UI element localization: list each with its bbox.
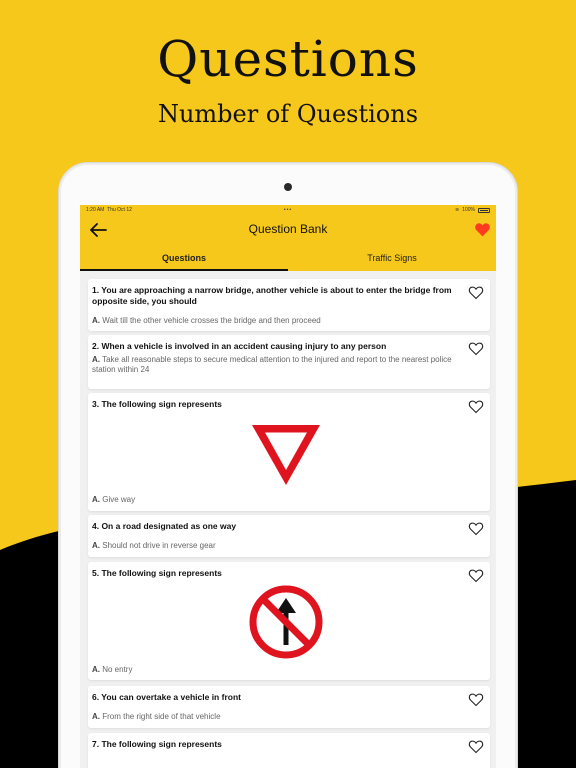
- answer-text: Take all reasonable steps to secure medi…: [92, 355, 452, 374]
- status-time: 1:20 AM: [86, 207, 105, 213]
- answer-text: Give way: [102, 495, 136, 504]
- no-entry-sign: [249, 585, 323, 659]
- question-text: 4. On a road designated as one way: [92, 521, 237, 531]
- answer-row: A. Should not drive in reverse gear: [92, 541, 462, 551]
- answer-text: Wait till the other vehicle crosses the …: [102, 316, 321, 325]
- tab-traffic-signs[interactable]: Traffic Signs: [288, 247, 496, 271]
- question-card[interactable]: 7. The following sign represents: [88, 733, 490, 768]
- tab-bar: Questions Traffic Signs: [80, 247, 496, 271]
- camera-dot: [284, 183, 292, 191]
- question-card[interactable]: 6. You can overtake a vehicle in front A…: [88, 686, 490, 728]
- favorite-outline-icon[interactable]: [468, 341, 484, 356]
- question-text: 3. The following sign represents: [92, 399, 222, 409]
- favorite-outline-icon[interactable]: [468, 692, 484, 707]
- answer-row: A. From the right side of that vehicle: [92, 712, 462, 722]
- hero-title: Questions: [157, 30, 419, 88]
- question-card[interactable]: 3. The following sign represents A. Give…: [88, 393, 490, 511]
- question-card[interactable]: 2. When a vehicle is involved in an acci…: [88, 335, 490, 389]
- answer-text: From the right side of that vehicle: [102, 712, 221, 721]
- question-card[interactable]: 1. You are approaching a narrow bridge, …: [88, 279, 490, 331]
- answer-letter: A.: [92, 495, 100, 504]
- answer-row: A. Wait till the other vehicle crosses t…: [92, 316, 462, 326]
- tab-questions[interactable]: Questions: [80, 247, 288, 271]
- favorite-outline-icon[interactable]: [468, 285, 484, 300]
- answer-letter: A.: [92, 316, 100, 325]
- favorite-outline-icon[interactable]: [468, 399, 484, 414]
- answer-row: A. Give way: [92, 495, 462, 505]
- question-text: 5. The following sign represents: [92, 568, 222, 578]
- status-date: Thu Oct 12: [107, 207, 132, 213]
- give-way-sign: [252, 425, 320, 485]
- app-screen: 1:20 AM Thu Oct 12 ••• ≋ 100% Question B…: [80, 205, 496, 768]
- app-header: 1:20 AM Thu Oct 12 ••• ≋ 100% Question B…: [80, 205, 496, 271]
- question-card[interactable]: 5. The following sign represents A. No e…: [88, 562, 490, 680]
- answer-letter: A.: [92, 665, 100, 674]
- favorite-outline-icon[interactable]: [468, 521, 484, 536]
- question-text: 2. When a vehicle is involved in an acci…: [92, 341, 387, 351]
- favorites-heart-icon[interactable]: [474, 222, 491, 237]
- tablet-frame: 1:20 AM Thu Oct 12 ••• ≋ 100% Question B…: [58, 162, 518, 768]
- answer-letter: A.: [92, 355, 100, 364]
- page-title: Question Bank: [248, 222, 328, 236]
- status-bar: 1:20 AM Thu Oct 12 ••• ≋ 100%: [80, 205, 496, 215]
- question-text: 7. The following sign represents: [92, 739, 222, 749]
- question-text: 1. You are approaching a narrow bridge, …: [92, 285, 452, 306]
- battery-icon: [478, 207, 491, 213]
- answer-row: A. Take all reasonable steps to secure m…: [92, 355, 462, 375]
- question-list[interactable]: 1. You are approaching a narrow bridge, …: [80, 271, 496, 768]
- answer-row: A. No entry: [92, 665, 462, 675]
- answer-letter: A.: [92, 712, 100, 721]
- multitask-dots[interactable]: •••: [221, 207, 356, 213]
- hero-subtitle: Number of Questions: [157, 100, 419, 128]
- answer-text: Should not drive in reverse gear: [102, 541, 216, 550]
- answer-letter: A.: [92, 541, 100, 550]
- favorite-outline-icon[interactable]: [468, 568, 484, 583]
- answer-text: No entry: [102, 665, 133, 674]
- wifi-icon: ≋: [455, 207, 460, 213]
- favorite-outline-icon[interactable]: [468, 739, 484, 754]
- status-battery: 100%: [462, 207, 476, 213]
- question-text: 6. You can overtake a vehicle in front: [92, 692, 241, 702]
- question-card[interactable]: 4. On a road designated as one way A. Sh…: [88, 515, 490, 557]
